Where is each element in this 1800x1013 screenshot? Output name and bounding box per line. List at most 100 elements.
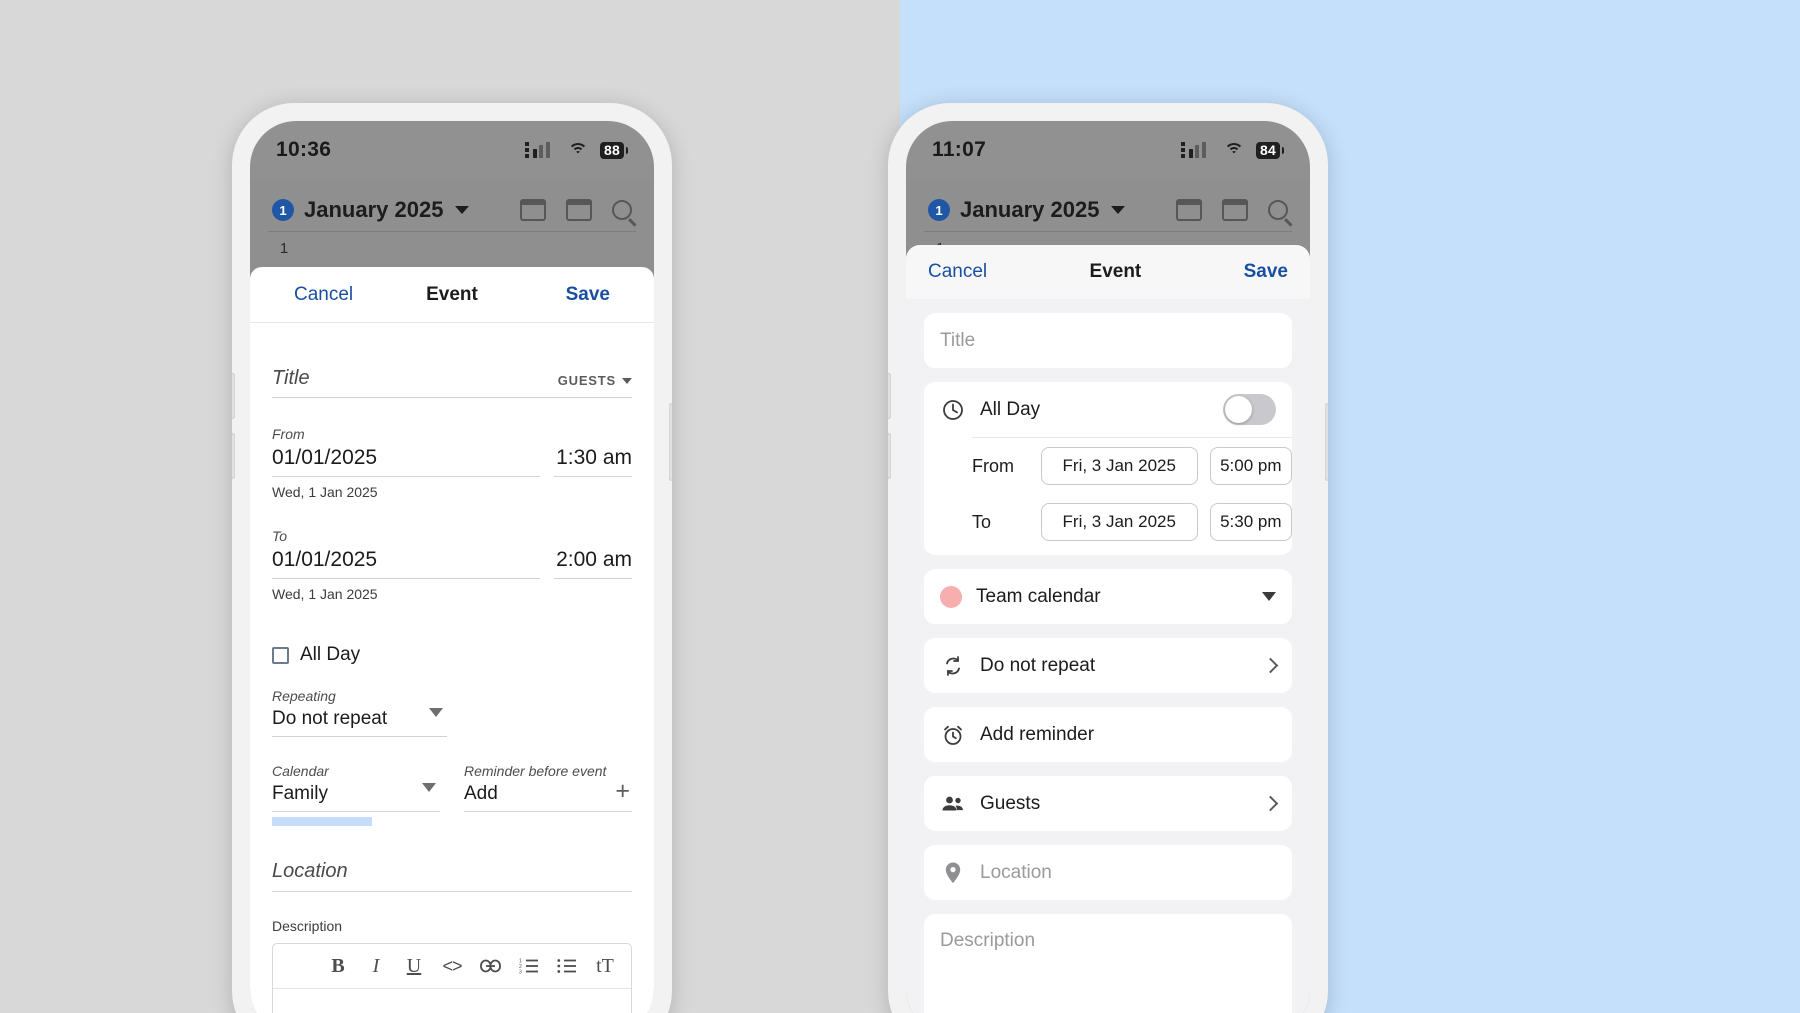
italic-icon[interactable]: I <box>366 954 386 978</box>
description-editor[interactable]: B I U <> 1 2 3 tT <box>272 943 632 1013</box>
save-button[interactable]: Save <box>1244 261 1288 283</box>
from-time-button[interactable]: 5:00 pm <box>1209 447 1292 485</box>
left-status-bar: 10:36 88 <box>250 121 654 179</box>
title-input[interactable]: Title <box>940 330 975 352</box>
all-day-checkbox[interactable] <box>272 646 289 664</box>
to-time-button[interactable]: 5:30 pm <box>1209 503 1292 541</box>
calendar-view-icon <box>520 199 546 221</box>
battery-level: 84 <box>1256 141 1280 159</box>
description-input[interactable]: Description <box>940 930 1035 951</box>
calendar-field-block: Calendar Family <box>272 763 440 826</box>
right-sheet-appbar: Cancel Event Save <box>906 245 1310 299</box>
all-day-row[interactable]: All Day <box>924 382 1292 437</box>
page-title: Event <box>1089 261 1142 282</box>
power-button[interactable] <box>669 403 672 481</box>
chevron-right-icon[interactable] <box>1262 795 1279 812</box>
save-button[interactable]: Save <box>566 284 610 306</box>
behind-actions <box>520 199 632 221</box>
calendar-color-dot <box>940 585 962 608</box>
status-icons: 88 <box>525 141 628 159</box>
calendar-reminder-row: Calendar Family Reminder before event Ad… <box>272 763 632 826</box>
link-icon[interactable] <box>480 954 501 978</box>
status-time: 11:07 <box>932 138 987 161</box>
left-event-sheet: Cancel Event Save Title GUESTS From 01/0… <box>250 267 654 1013</box>
calendar-view-icon <box>1176 199 1202 221</box>
all-day-toggle[interactable] <box>1223 394 1276 425</box>
chevron-down-icon <box>422 783 436 792</box>
description-card[interactable]: Description <box>924 914 1292 1013</box>
guests-label: GUESTS <box>557 373 616 388</box>
from-field-block: From 01/01/2025 1:30 am Wed, 1 Jan 2025 <box>272 426 632 500</box>
bold-icon[interactable]: B <box>328 954 348 978</box>
reminder-row[interactable]: Add reminder <box>940 707 1276 762</box>
calendar-value: Team calendar <box>976 585 1101 607</box>
calendar-card[interactable]: Team calendar <box>924 569 1292 624</box>
to-date-button[interactable]: Fri, 3 Jan 2025 <box>1040 503 1198 541</box>
location-input[interactable]: Location <box>272 860 348 882</box>
to-time-input[interactable]: 2:00 am <box>554 544 632 579</box>
title-input[interactable]: Title <box>272 367 310 390</box>
numbered-list-icon[interactable]: 1 2 3 <box>519 954 539 978</box>
title-row[interactable]: Title <box>940 313 1276 368</box>
month-view-icon <box>566 199 592 221</box>
month-label: January 2025 <box>960 197 1100 222</box>
plus-icon[interactable]: + <box>615 779 630 804</box>
all-day-label: All Day <box>300 644 361 665</box>
power-button[interactable] <box>1325 403 1328 481</box>
right-status-bar: 11:07 84 <box>906 121 1310 179</box>
cancel-button[interactable]: Cancel <box>928 261 987 283</box>
location-card[interactable]: Location <box>924 845 1292 900</box>
title-card[interactable]: Title <box>924 313 1292 368</box>
from-label: From <box>972 455 1014 476</box>
repeating-value: Do not repeat <box>272 708 388 729</box>
calendar-select[interactable]: Family <box>272 779 440 812</box>
signal-bars-icon <box>1181 141 1212 158</box>
guests-row[interactable]: Guests <box>940 776 1279 831</box>
signal-bars-icon <box>525 141 556 158</box>
search-icon <box>612 200 632 220</box>
all-day-checkbox-row[interactable]: All Day <box>272 644 632 666</box>
chevron-down-icon[interactable] <box>1262 592 1276 601</box>
cancel-button[interactable]: Cancel <box>294 284 353 306</box>
datetime-card: All Day From Fri, 3 Jan 2025 5:00 pm To … <box>924 382 1292 555</box>
volume-up-button[interactable] <box>232 373 235 419</box>
text-size-icon[interactable]: tT <box>595 954 615 978</box>
location-row[interactable]: Location <box>272 860 632 892</box>
to-field-block: To 01/01/2025 2:00 am Wed, 1 Jan 2025 <box>272 528 632 602</box>
to-date-input[interactable]: 01/01/2025 <box>272 544 540 579</box>
from-time-input[interactable]: 1:30 am <box>554 442 632 477</box>
location-input[interactable]: Location <box>980 862 1052 884</box>
chevron-right-icon[interactable] <box>1262 657 1279 674</box>
reminder-card[interactable]: Add reminder <box>924 707 1292 762</box>
code-icon[interactable]: <> <box>442 954 462 978</box>
repeat-value: Do not repeat <box>980 654 1096 676</box>
reminder-label: Reminder before event <box>464 763 607 779</box>
wifi-icon <box>568 142 589 158</box>
volume-down-button[interactable] <box>888 433 891 479</box>
volume-up-button[interactable] <box>888 373 891 419</box>
bullet-list-icon[interactable] <box>557 954 577 978</box>
clock-icon <box>940 399 966 421</box>
from-date-button[interactable]: Fri, 3 Jan 2025 <box>1040 447 1198 485</box>
month-badge: 1 <box>272 199 294 221</box>
calendar-row[interactable]: Team calendar <box>940 569 1276 624</box>
guests-card[interactable]: Guests <box>924 776 1292 831</box>
volume-down-button[interactable] <box>232 433 235 479</box>
repeat-card[interactable]: Do not repeat <box>924 638 1292 693</box>
location-row[interactable]: Location <box>940 845 1276 900</box>
reminder-value: Add <box>464 783 498 804</box>
repeat-row[interactable]: Do not repeat <box>940 638 1279 693</box>
description-label: Description <box>272 918 343 934</box>
from-date-input[interactable]: 01/01/2025 <box>272 442 540 477</box>
to-label: To <box>972 511 992 532</box>
reminder-add-button[interactable]: Add + <box>464 779 632 812</box>
left-event-form: Title GUESTS From 01/01/2025 1:30 am Wed… <box>250 323 654 1013</box>
underline-icon[interactable]: U <box>404 954 424 978</box>
wifi-icon <box>1224 142 1245 158</box>
guests-dropdown[interactable]: GUESTS <box>558 373 632 388</box>
to-helper-text: Wed, 1 Jan 2025 <box>272 586 378 602</box>
left-phone-frame: 10:36 88 1 January 2025 1 Cancel Event S… <box>232 103 672 1013</box>
left-sheet-appbar: Cancel Event Save <box>250 267 654 323</box>
repeating-select[interactable]: Do not repeat <box>272 704 447 737</box>
description-toolbar: B I U <> 1 2 3 tT <box>273 944 631 989</box>
